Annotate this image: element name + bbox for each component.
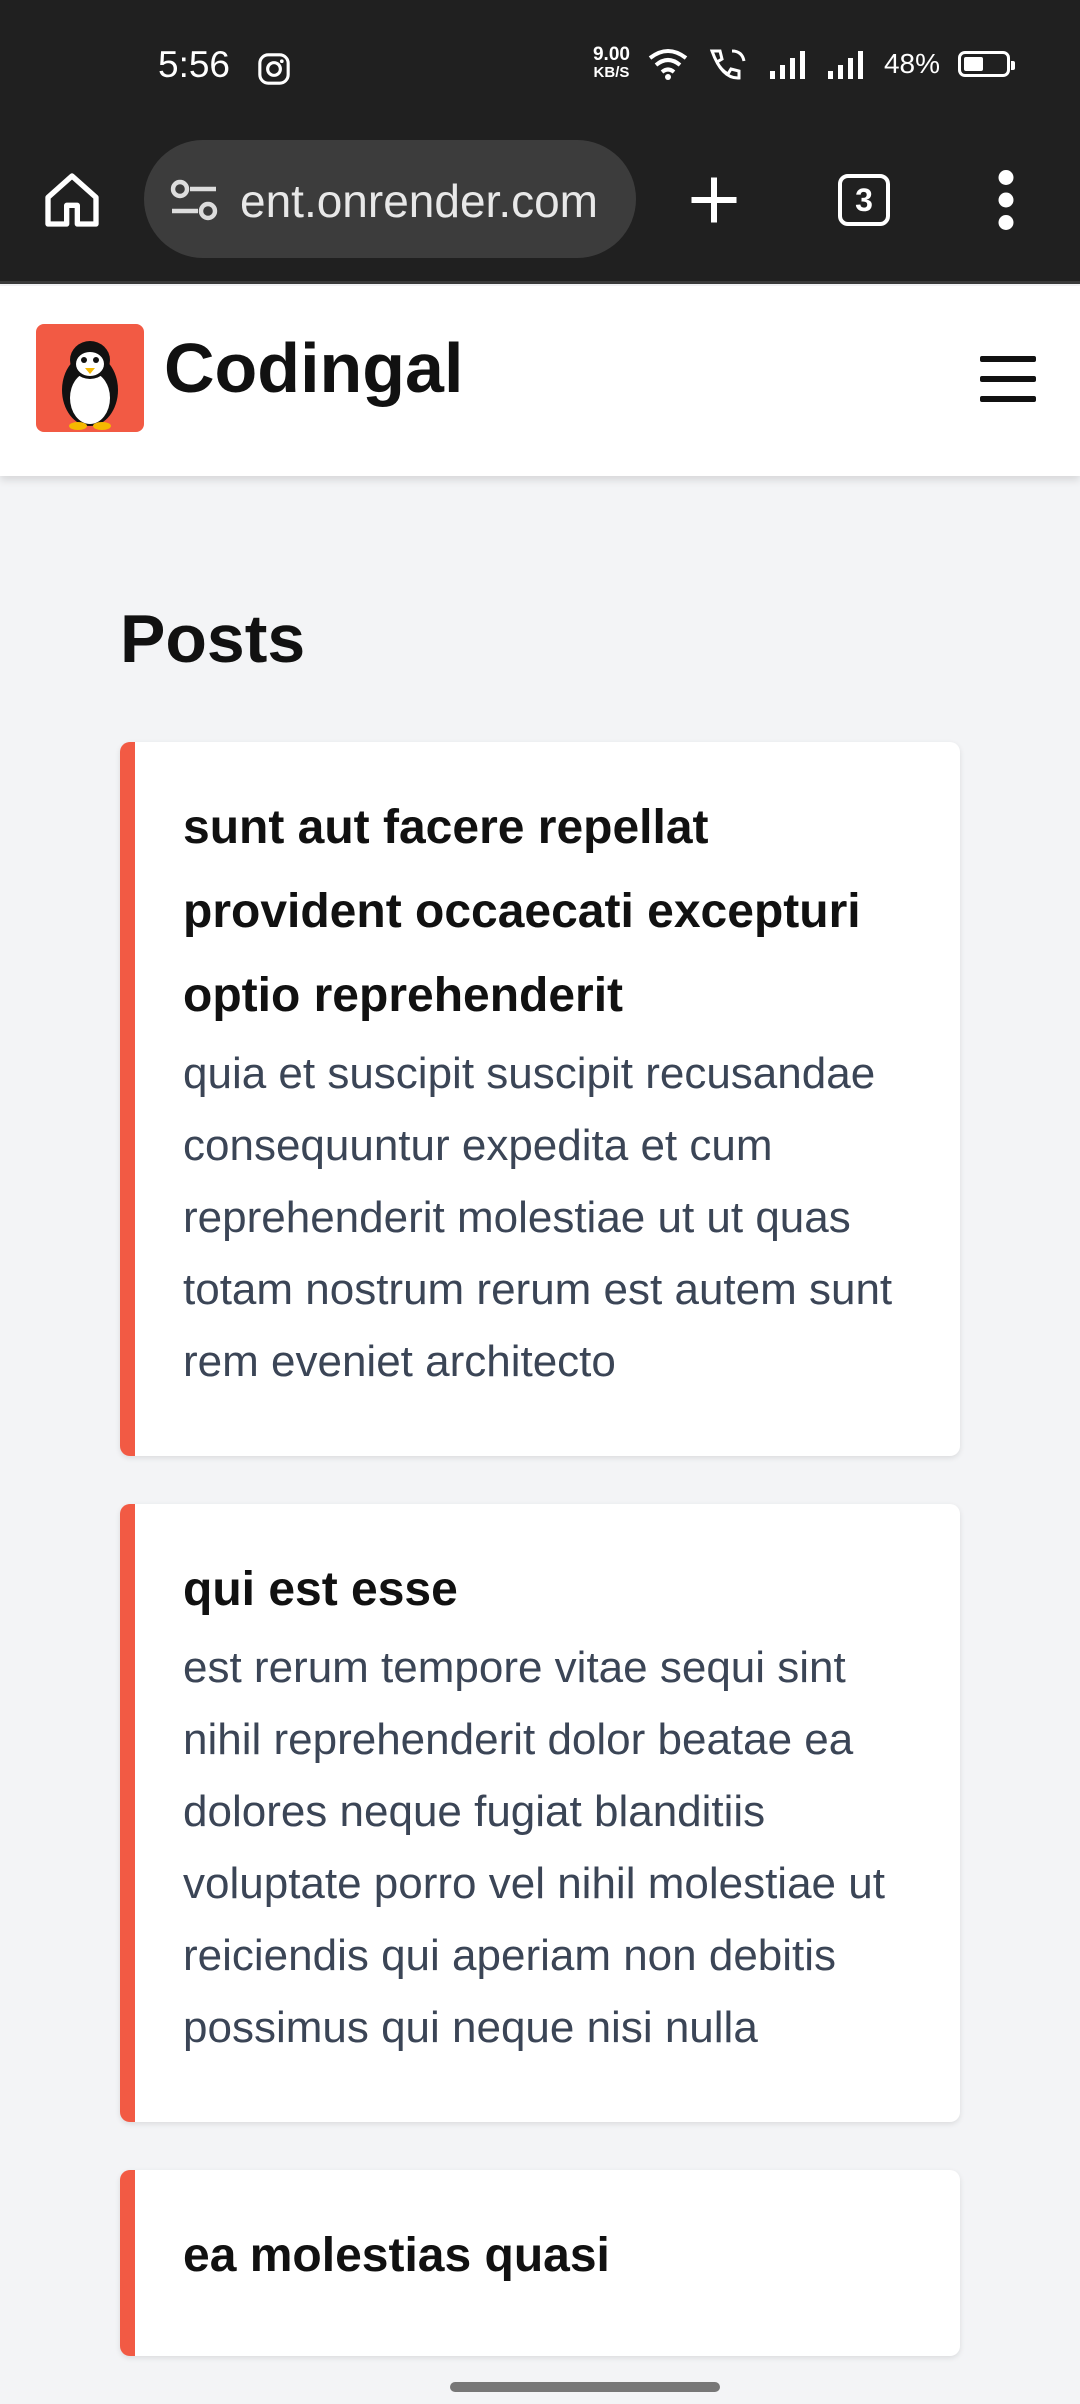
battery-percent: 48%: [883, 48, 940, 79]
more-options-icon[interactable]: [994, 170, 1018, 230]
post-card: ea molestias quasi: [120, 2170, 960, 2356]
instagram-notification-icon: [258, 53, 290, 85]
signal-sim1-icon: [769, 51, 805, 79]
post-body: est rerum tempore vitae sequi sint nihil…: [183, 1643, 885, 2052]
site-settings-icon[interactable]: [168, 178, 220, 224]
page-title: Posts: [120, 601, 306, 677]
wifi-calling-icon: [709, 49, 746, 80]
post-card: sunt aut facere repellat provident occae…: [120, 742, 960, 1456]
gesture-navigation-bar[interactable]: [450, 2382, 720, 2392]
post-title: qui est esse: [183, 1563, 458, 1616]
wifi-icon: [648, 49, 688, 80]
network-speed: 9.00 KB/S: [592, 44, 630, 82]
battery-icon: [958, 51, 1015, 77]
posts-list: sunt aut facere repellat provident occae…: [120, 742, 960, 2404]
hamburger-menu-icon[interactable]: [980, 356, 1036, 402]
status-indicators: 9.00 KB/S 48%: [592, 44, 1015, 82]
post-title: ea molestias quasi: [183, 2229, 610, 2282]
hamburger-line: [980, 356, 1036, 362]
home-icon[interactable]: [40, 168, 104, 232]
network-speed-unit: KB/S: [593, 64, 630, 81]
new-tab-icon[interactable]: [684, 170, 744, 230]
tab-switcher-button[interactable]: 3: [838, 174, 890, 226]
address-bar[interactable]: ent.onrender.com: [144, 140, 636, 258]
hamburger-line: [980, 396, 1036, 402]
status-time: 5:56: [158, 44, 231, 85]
hamburger-line: [980, 376, 1036, 382]
post-card: qui est esse est rerum tempore vitae seq…: [120, 1504, 960, 2122]
browser-toolbar: ent.onrender.com 3: [0, 136, 1080, 284]
post-title: sunt aut facere repellat provident occae…: [183, 801, 861, 1022]
status-bar: 5:56 9.00 KB/S 48%: [0, 0, 1080, 136]
battery-level-fill: [964, 57, 983, 71]
penguin-logo-icon[interactable]: [36, 324, 144, 432]
url-text[interactable]: ent.onrender.com: [240, 174, 598, 228]
signal-sim2-icon: [827, 51, 863, 79]
network-speed-value: 9.00: [592, 44, 630, 65]
site-header: Codingal: [0, 286, 1080, 476]
post-body: quia et suscipit suscipit recusandae con…: [183, 1049, 893, 1386]
brand-name[interactable]: Codingal: [164, 328, 463, 408]
